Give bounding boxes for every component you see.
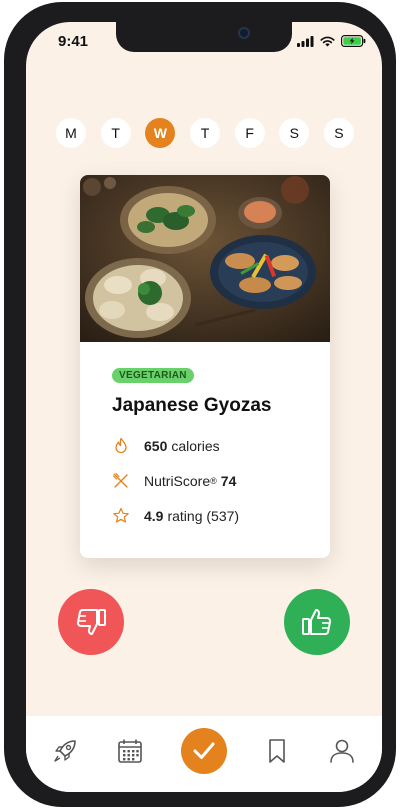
recipe-image: [80, 175, 330, 342]
day-wednesday[interactable]: W: [145, 118, 176, 148]
nutriscore-value: 74: [220, 473, 237, 489]
battery-icon: [341, 35, 366, 47]
rating-value: 4.9: [144, 508, 164, 524]
calories-value: 650: [144, 438, 168, 454]
nutriscore-label: NutriScore: [144, 473, 211, 489]
star-icon: [113, 507, 129, 523]
calendar-icon: [118, 739, 142, 763]
bookmark-icon: [269, 739, 285, 763]
wifi-icon: [320, 36, 335, 46]
rocket-icon: [54, 740, 76, 762]
profile-icon: [330, 739, 354, 763]
day-monday[interactable]: M: [56, 118, 86, 148]
day-sunday[interactable]: S: [323, 118, 354, 148]
registered-symbol: ®: [210, 476, 217, 486]
thumbs-down-icon: [76, 609, 106, 635]
checkmark-icon: [193, 742, 215, 759]
rating-text: rating (537): [167, 508, 240, 524]
app-screen: 9:41 M T W T F S S VEGETARIAN Japanese G…: [26, 22, 382, 792]
weekday-selector: M T W T F S S: [56, 118, 354, 148]
utensils-icon: [112, 472, 128, 488]
nav-discover[interactable]: [50, 736, 80, 766]
phone-frame: 9:41 M T W T F S S VEGETARIAN Japanese G…: [4, 2, 396, 807]
calories-unit: calories: [171, 438, 220, 454]
nav-profile[interactable]: [327, 736, 357, 766]
nav-saved[interactable]: [262, 736, 292, 766]
diet-badge: VEGETARIAN: [112, 368, 194, 383]
like-button[interactable]: [284, 589, 350, 655]
dislike-button[interactable]: [58, 589, 124, 655]
bottom-navigation: [26, 716, 382, 792]
day-saturday[interactable]: S: [279, 118, 310, 148]
recipe-card[interactable]: VEGETARIAN Japanese Gyozas 650 calories …: [80, 175, 330, 558]
day-friday[interactable]: F: [234, 118, 265, 148]
status-icons: [297, 35, 366, 47]
flame-icon: [115, 437, 127, 454]
recipe-title: Japanese Gyozas: [112, 395, 272, 416]
nav-calendar[interactable]: [115, 736, 145, 766]
day-tuesday[interactable]: T: [100, 118, 131, 148]
status-time: 9:41: [58, 33, 89, 50]
signal-icon: [297, 35, 314, 47]
thumbs-up-icon: [302, 609, 332, 635]
nutriscore-row: NutriScore ® 74: [112, 472, 240, 490]
calories-row: 650 calories: [112, 437, 220, 455]
rating-row: 4.9 rating (537): [112, 507, 239, 525]
nav-checkmark-button[interactable]: [181, 728, 227, 774]
camera-icon: [238, 27, 250, 39]
day-thursday[interactable]: T: [189, 118, 220, 148]
notch: [116, 22, 292, 52]
